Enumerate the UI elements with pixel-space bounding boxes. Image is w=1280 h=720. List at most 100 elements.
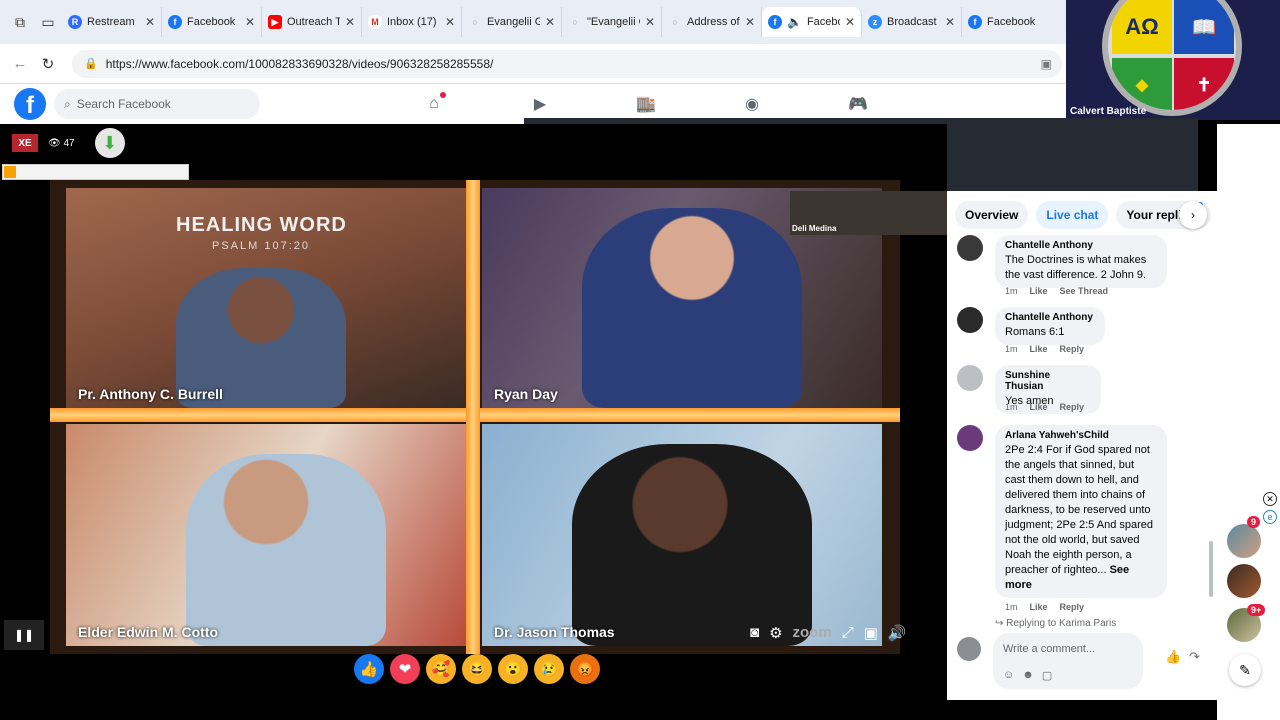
zoom-watermark: zoom <box>792 624 832 641</box>
pause-button[interactable]: ❚❚ <box>4 620 44 650</box>
cross-emblem: ✝ <box>1174 58 1234 110</box>
pip-icon[interactable]: ▣ <box>864 624 878 642</box>
tab-label: Broadcast N <box>887 16 940 28</box>
tab-restream[interactable]: R Restream ✕ <box>62 7 162 37</box>
info-icon[interactable]: e <box>1263 510 1277 524</box>
church-name: Calvert Baptiste <box>1070 106 1147 117</box>
close-icon[interactable]: ✕ <box>145 15 155 29</box>
church-seal-logo: AΩ 📖 ◆ ✝ <box>1102 0 1242 116</box>
message-actions: 1m Like See Thread <box>1005 286 1108 296</box>
tab-actions-icon[interactable]: ▭ <box>34 8 62 36</box>
groups-icon[interactable]: ◉ <box>738 90 766 118</box>
like-link[interactable]: Like <box>1030 286 1048 296</box>
contact-avatar[interactable] <box>1227 524 1261 558</box>
download-icon[interactable]: ⬇ <box>94 128 125 158</box>
settings-gear-icon[interactable]: ⚙ <box>769 624 782 642</box>
contact-avatar[interactable] <box>1227 564 1261 598</box>
home-icon[interactable]: ⌂ <box>420 90 448 118</box>
scroll-thumb[interactable] <box>1209 541 1213 597</box>
chat-scrollbar[interactable] <box>1209 241 1213 621</box>
avatar[interactable] <box>957 307 983 333</box>
video-icon[interactable]: ▶ <box>526 90 554 118</box>
like-reaction-icon[interactable]: 👍 <box>354 654 384 684</box>
volume-icon[interactable]: 🔊 <box>888 624 907 642</box>
tab-outreach[interactable]: ▶ Outreach Ti ✕ <box>262 7 362 37</box>
viewer-count: 👁 47 <box>48 137 75 149</box>
expand-icon[interactable]: ⤢ <box>842 624 854 642</box>
tab-evangelii-1[interactable]: ○ Evangelii Ga ✕ <box>462 7 562 37</box>
marketplace-icon[interactable]: 🏬 <box>632 90 660 118</box>
tab-inbox[interactable]: M Inbox (17) - ✕ <box>362 7 462 37</box>
love-reaction-icon[interactable]: ❤ <box>390 654 420 684</box>
xe-badge[interactable]: XE <box>12 134 38 152</box>
tab-facebook-3[interactable]: f Facebook <box>962 7 1062 37</box>
back-icon[interactable]: ← <box>6 50 34 78</box>
message-author[interactable]: Chantelle Anthony <box>1005 240 1157 251</box>
close-icon[interactable]: ✕ <box>845 15 855 29</box>
close-icon[interactable]: ✕ <box>545 15 555 29</box>
care-reaction-icon[interactable]: 🥰 <box>426 654 456 684</box>
split-screen-icon[interactable]: ▣ <box>1041 57 1052 71</box>
haha-reaction-icon[interactable]: 😆 <box>462 654 492 684</box>
angry-reaction-icon[interactable]: 😡 <box>570 654 600 684</box>
close-icon[interactable]: ✕ <box>445 15 455 29</box>
chat-tabs: Overview Live chat Your replies <box>955 201 1211 229</box>
replying-to-text[interactable]: Replying to Karima Paris <box>1006 618 1116 629</box>
see-thread-link[interactable]: See Thread <box>1060 286 1109 296</box>
like-link[interactable]: Like <box>1030 402 1048 412</box>
reply-link[interactable]: Reply <box>1060 402 1085 412</box>
message-author[interactable]: Arlana Yahweh'sChild <box>1005 430 1157 441</box>
wow-reaction-icon[interactable]: 😮 <box>498 654 528 684</box>
stream-toolbar: XE 👁 47 ⬇ <box>0 124 524 162</box>
notification-badge: 9+ <box>1247 604 1266 616</box>
screen: ⧉ ▭ R Restream ✕ f Facebook ✕ ▶ Outreach… <box>0 0 1280 720</box>
message-author[interactable]: Sunshine Thusian <box>1005 370 1091 392</box>
tab-label: Address of <box>687 16 740 28</box>
message-bubble: Chantelle Anthony Romans 6:1 <box>995 307 1105 345</box>
avatar[interactable] <box>957 235 983 261</box>
chevron-right-icon[interactable]: › <box>1179 201 1207 229</box>
reload-icon[interactable]: ↻ <box>34 50 62 78</box>
close-icon[interactable]: ✕ <box>645 15 655 29</box>
close-icon[interactable]: ✕ <box>1263 492 1277 506</box>
new-message-icon[interactable]: ✎ <box>1229 654 1261 686</box>
facebook-logo-icon[interactable]: f <box>14 88 46 120</box>
tab-broadcast[interactable]: z Broadcast N ✕ <box>862 7 962 37</box>
sad-reaction-icon[interactable]: 😢 <box>534 654 564 684</box>
tab-live-chat[interactable]: Live chat <box>1036 201 1109 229</box>
avatar[interactable] <box>957 425 983 451</box>
close-icon[interactable]: ✕ <box>245 15 255 29</box>
tab-facebook-active[interactable]: f 🔈 Facebo ✕ <box>762 7 862 37</box>
tab-overview[interactable]: Overview <box>955 201 1029 229</box>
reply-link[interactable]: Reply <box>1060 602 1085 612</box>
message-author[interactable]: Chantelle Anthony <box>1005 312 1095 323</box>
close-icon[interactable]: ✕ <box>745 15 755 29</box>
message-text: 2Pe 2:4 For if God spared not the angels… <box>1005 444 1153 576</box>
reply-link[interactable]: Reply <box>1060 344 1085 354</box>
speaker-icon[interactable]: 🔈 <box>787 15 802 29</box>
url-field[interactable]: 🔒 https://www.facebook.com/1000828336903… <box>72 49 1062 78</box>
participant-figure <box>186 454 386 646</box>
close-icon[interactable]: ✕ <box>945 15 955 29</box>
emoji-icon[interactable]: ☻ <box>1022 669 1034 682</box>
tab-evangelii-2[interactable]: ○ "Evangelii G ✕ <box>562 7 662 37</box>
gif-icon[interactable]: ▢ <box>1042 669 1052 682</box>
gaming-icon[interactable]: 🎮 <box>844 90 872 118</box>
tab-label: Facebook <box>987 16 1036 28</box>
avatar[interactable] <box>957 365 983 391</box>
sticker-icon[interactable]: ☺ <box>1003 669 1014 682</box>
workspaces-icon[interactable]: ⧉ <box>6 8 34 36</box>
close-icon[interactable]: ✕ <box>345 15 355 29</box>
facebook-search-input[interactable]: ⌕ Search Facebook <box>54 89 260 119</box>
message-text: Romans 6:1 <box>1005 326 1065 338</box>
notification-badge: 9 <box>1247 516 1261 528</box>
share-icon[interactable]: ↷ <box>1189 649 1200 665</box>
lock-icon[interactable]: 🔒 <box>84 57 98 70</box>
thumbs-up-icon[interactable]: 👍 <box>1165 649 1181 665</box>
like-link[interactable]: Like <box>1030 602 1048 612</box>
tab-facebook-1[interactable]: f Facebook ✕ <box>162 7 262 37</box>
play-small-icon[interactable] <box>4 166 16 178</box>
like-link[interactable]: Like <box>1030 344 1048 354</box>
tab-address[interactable]: ○ Address of ✕ <box>662 7 762 37</box>
captions-icon[interactable]: ◙ <box>750 624 759 642</box>
